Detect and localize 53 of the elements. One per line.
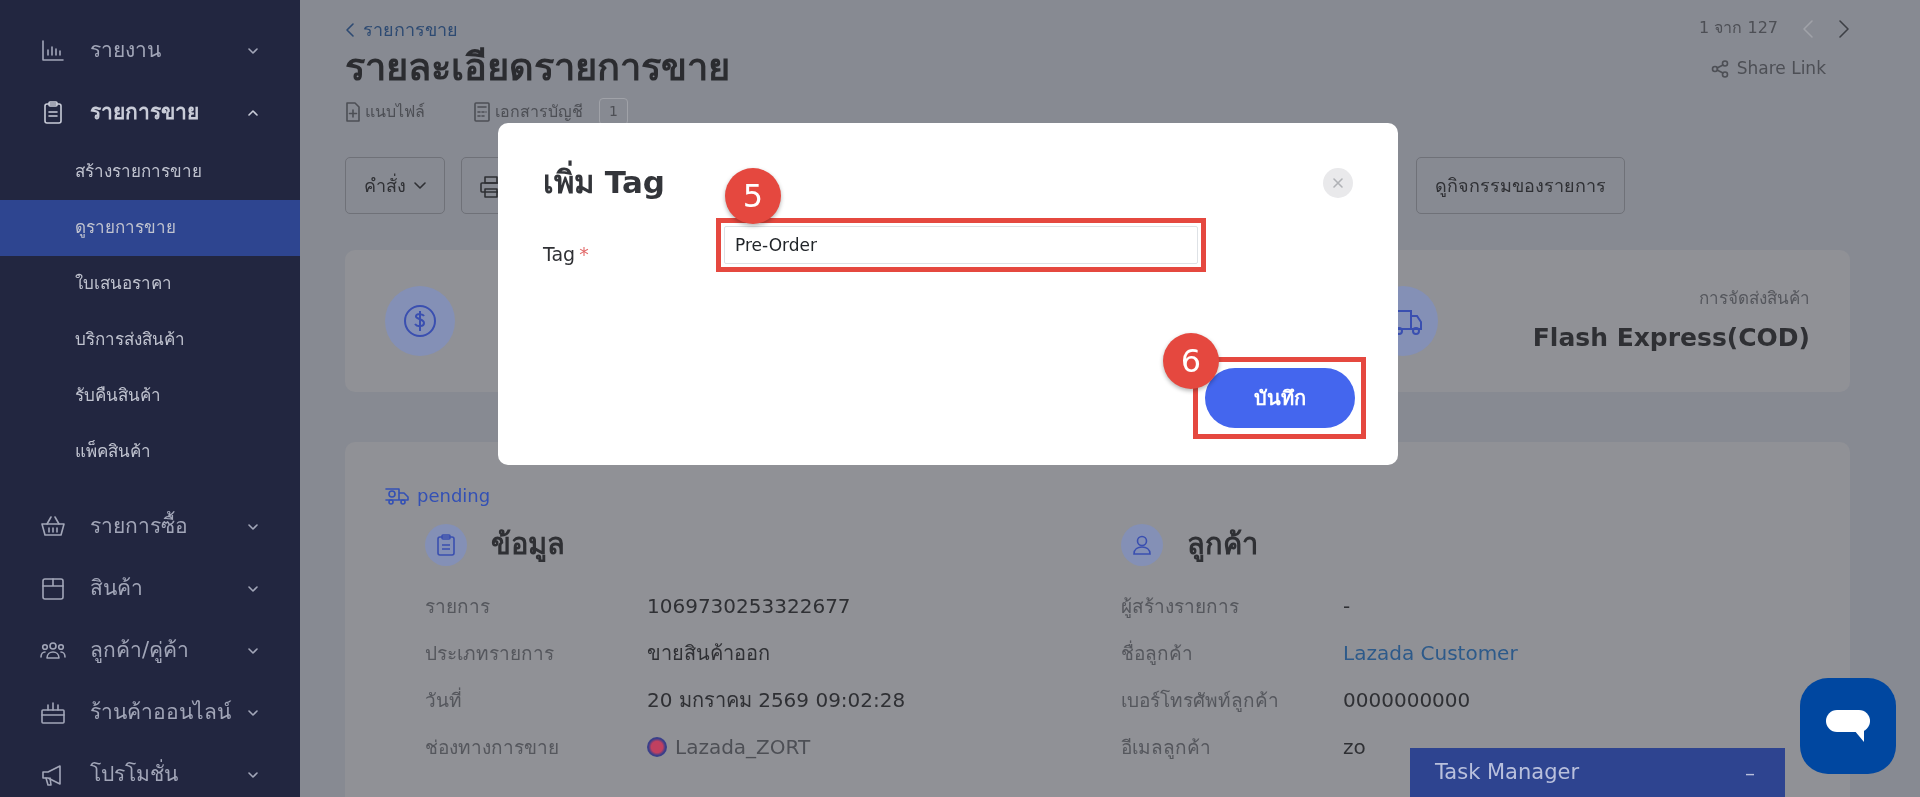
sidebar-subitem[interactable]: แพ็คสินค้า [0,424,300,480]
field-value: ขายสินค้าออก [647,640,770,668]
sidebar-item[interactable]: รายการขาย [0,82,300,144]
modal-title: เพิ่ม Tag [543,159,666,206]
field-label: เบอร์โทรศัพท์ลูกค้า [1121,687,1281,714]
page-title: รายละเอียดรายการขาย [345,44,730,91]
sidebar-subitem[interactable]: ดูรายการขาย [0,200,300,256]
sidebar-label: ร้านค้าออนไลน์ [90,699,231,727]
tag-input[interactable]: Pre-Order [724,226,1198,264]
field-label: ประเภทรายการ [425,640,555,666]
field-label: อีเมลลูกค้า [1121,734,1213,761]
activity-button[interactable]: ดูกิจกรรมของรายการ [1416,157,1625,215]
field-label: วันที่ [425,686,463,713]
sidebar-label: ลูกค้า/คู่ค้า [90,637,190,665]
field-label: รายการ [425,593,491,619]
field-value: - [1343,593,1351,621]
status-label: pending [385,482,1810,510]
sidebar-item[interactable]: โปรโมชั่น [0,744,300,797]
sidebar-subitem[interactable]: บริการส่งสินค้า [0,312,300,368]
minimize-button[interactable]: – [1745,757,1755,788]
field-value: 20 มกราคม 2569 09:02:28 [647,687,906,715]
command-button[interactable]: คำสั่ง [345,157,445,215]
step-badge: 5 [725,168,781,224]
sidebar-item[interactable]: ลูกค้า/คู่ค้า [0,620,300,682]
task-manager-title: Task Manager [1435,758,1580,786]
pager-text: 1 จาก 127 [1699,17,1778,39]
sidebar-subitem[interactable]: สร้างรายการขาย [0,144,300,200]
sidebar-item[interactable]: รายงาน [0,20,300,82]
sidebar-label: สินค้า [90,575,143,603]
save-button[interactable]: บันทึก [1204,368,1355,428]
required-mark: * [579,242,589,267]
sidebar-subitem[interactable]: ใบเสนอราคา [0,256,300,312]
sidebar-label: โปรโมชั่น [90,759,178,791]
sidebar-label: รายงาน [90,37,161,65]
field-label: ช่องทางการขาย [425,734,560,760]
step-badge: 6 [1163,333,1219,389]
sidebar-item[interactable]: รายการซื้อ [0,496,300,558]
sidebar-label: รายการขาย [90,99,199,127]
section-title: ลูกค้า [1187,526,1259,564]
sidebar-item[interactable]: สินค้า [0,558,300,620]
field-label: ชื่อลูกค้า [1121,639,1195,667]
field-value: zo [1343,734,1366,762]
sidebar-subitem[interactable]: รับคืนสินค้า [0,368,300,424]
field-label: ผู้สร้างรายการ [1121,593,1241,620]
field-value: 0000000000 [1343,687,1471,715]
sidebar-item[interactable]: ร้านค้าออนไลน์ [0,682,300,744]
shipping-label: การจัดส่งสินค้า [1699,286,1810,310]
section-title: ข้อมูล [491,526,565,564]
field-value: Lazada_ZORT [675,734,811,762]
field-label: Tag [543,242,576,267]
field-value: 1069730253322677 [647,593,851,621]
sidebar-label: รายการซื้อ [90,511,188,543]
shipping-value: Flash Express(COD) [1532,322,1810,355]
